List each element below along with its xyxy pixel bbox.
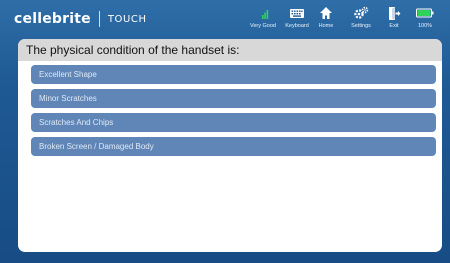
settings-button[interactable]: Settings: [348, 5, 374, 33]
home-label: Home: [318, 23, 334, 29]
keyboard-button[interactable]: Keyboard: [282, 5, 312, 33]
signal-label: Very Good: [250, 23, 276, 29]
keyboard-icon: [289, 5, 305, 21]
option-label: Minor Scratches: [39, 94, 97, 103]
exit-button[interactable]: Exit: [384, 5, 404, 33]
option-minor-scratches[interactable]: Minor Scratches: [31, 89, 436, 108]
settings-label: Settings: [351, 23, 371, 29]
option-label: Broken Screen / Damaged Body: [39, 142, 154, 151]
keyboard-label: Keyboard: [285, 23, 309, 29]
page-question: The physical condition of the handset is…: [26, 43, 240, 57]
exit-label: Exit: [389, 23, 399, 29]
brand-logo: cellebrite TOUCH: [14, 10, 147, 28]
signal-icon: [256, 5, 270, 21]
exit-icon: [387, 5, 401, 21]
app-frame: cellebrite TOUCH Very Good Keyboard Home…: [0, 0, 450, 263]
brand-name: cellebrite: [14, 11, 91, 27]
brand-product: TOUCH: [107, 13, 147, 25]
battery-label: 100%: [417, 23, 433, 29]
option-excellent-shape[interactable]: Excellent Shape: [31, 65, 436, 84]
home-icon: [319, 5, 333, 21]
top-bar: cellebrite TOUCH Very Good Keyboard Home…: [0, 0, 450, 36]
option-label: Scratches And Chips: [39, 118, 114, 127]
battery-icon: [416, 5, 434, 21]
condition-panel: The physical condition of the handset is…: [18, 39, 442, 252]
brand-divider: [98, 11, 100, 27]
option-broken-screen[interactable]: Broken Screen / Damaged Body: [31, 137, 436, 156]
panel-header: The physical condition of the handset is…: [18, 39, 442, 61]
signal-status: Very Good: [248, 5, 278, 33]
options-list: Excellent Shape Minor Scratches Scratche…: [18, 61, 442, 156]
settings-icon: [353, 5, 369, 21]
option-label: Excellent Shape: [39, 70, 97, 79]
battery-status: 100%: [414, 5, 436, 33]
option-scratches-and-chips[interactable]: Scratches And Chips: [31, 113, 436, 132]
home-button[interactable]: Home: [314, 5, 338, 33]
